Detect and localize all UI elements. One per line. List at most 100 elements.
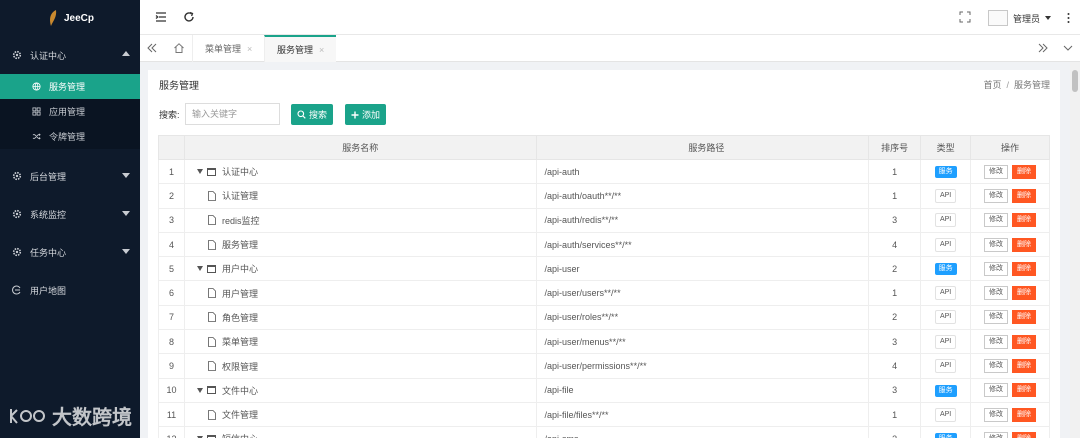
scrollbar-thumb[interactable] [1072,70,1078,92]
search-input[interactable] [185,103,280,125]
plus-icon [351,111,359,118]
delete-button[interactable]: 删除 [1012,383,1037,398]
more-vertical-icon[interactable] [1067,13,1070,23]
refresh-icon[interactable] [183,11,195,23]
file-icon [208,288,216,299]
double-chevron-left-icon[interactable] [146,42,158,54]
edit-button[interactable]: 修改 [984,334,1009,349]
user-menu[interactable]: 管理员 [988,10,1052,26]
service-name: 用户中心 [221,264,258,275]
chevron-down-icon[interactable] [196,387,203,393]
table-row[interactable]: 3 redis监控/api-auth/redis**/** 3 API 修改 删除 [158,207,1050,233]
table-row[interactable]: 12 短信中心/api-sms3 服务 修改删除 [158,426,1050,438]
delete-button[interactable]: 删除 [1012,359,1037,374]
avatar [988,10,1008,26]
tab-label: 菜单管理 [205,44,242,54]
service-name: 文件管理 [221,410,258,421]
row-index: 7 [158,304,185,331]
service-path: /api-user/users**/** [535,280,870,306]
folder-icon [206,167,216,176]
delete-button[interactable]: 删除 [1012,286,1037,301]
edit-button[interactable]: 修改 [984,261,1009,276]
type-badge: API [934,407,957,422]
tab-bar: 菜单管理 × 服务管理 × [140,35,1080,62]
tab-label: 服务管理 [277,45,314,55]
row-index: 3 [158,207,185,233]
sidebar-item-user-map[interactable]: 用户地图 [0,271,140,309]
add-button[interactable]: 添加 [345,104,386,125]
table-row[interactable]: 8 菜单管理/api-user/menus**/** 3 API 修改 删除 [158,329,1050,355]
column-header-name[interactable]: 服务名称 [183,135,537,160]
edit-button[interactable]: 修改 [984,359,1009,374]
edit-button[interactable]: 修改 [984,213,1009,228]
edit-button[interactable]: 修改 [984,383,1009,398]
double-chevron-right-icon[interactable] [1037,42,1049,54]
edit-button[interactable]: 修改 [984,407,1009,422]
actions-cell: 修改删除 [970,401,1050,428]
delete-button[interactable]: 删除 [1012,188,1037,203]
actions-cell: 修改删除 [970,207,1050,233]
column-header-path[interactable]: 服务路径 [535,135,870,160]
search-button[interactable]: 搜索 [291,104,333,125]
column-header-type[interactable]: 类型 [920,135,972,160]
table-row[interactable]: 9 权限管理/api-user/permissions**/** 4 API 修改 删除 [158,353,1050,379]
table-row[interactable]: 11 文件管理/api-file/files**/** 1 API 修改 删除 [158,401,1050,428]
sidebar-item-system-monitor[interactable]: 系统监控 [0,195,140,233]
table-row[interactable]: 10 文件中心/api-file 3 服务 修改 删除 [158,377,1050,403]
type-badge: API [934,237,957,252]
actions-cell: 修改删除 [970,280,1050,306]
edit-button[interactable]: 修改 [984,310,1009,325]
service-path: /api-auth [535,158,870,185]
table-row[interactable]: 1 认证中心/api-auth 1 服务 修改 删除 [158,158,1050,185]
actions-cell: 修改删除 [970,183,1050,209]
table-row[interactable]: 5 用户中心/api-user 2 服务 修改 删除 [158,256,1050,282]
breadcrumb-home[interactable]: 首页 [983,80,1001,90]
table-row[interactable]: 4 服务管理/api-auth/services**/** 4 API 修改 删除 [158,231,1050,258]
chevron-down-icon[interactable] [196,169,203,175]
sidebar-item-app-manage[interactable]: 应用管理 [0,99,140,124]
home-icon[interactable] [173,42,185,54]
delete-button[interactable]: 删除 [1012,334,1037,349]
fullscreen-icon[interactable] [959,11,971,23]
order-number: 3 [868,207,922,233]
delete-button[interactable]: 删除 [1012,164,1037,179]
map-icon [12,285,21,295]
edit-button[interactable]: 修改 [984,431,1009,438]
close-icon[interactable]: × [247,44,252,54]
delete-button[interactable]: 删除 [1012,237,1037,252]
delete-button[interactable]: 删除 [1012,310,1037,325]
type-badge: API [934,286,957,301]
close-icon[interactable]: × [319,45,324,55]
sidebar-item-backend-manage[interactable]: 后台管理 [0,157,140,195]
edit-button[interactable]: 修改 [984,164,1009,179]
sidebar-item-label: 后台管理 [30,171,67,182]
app-logo[interactable]: JeeCp [0,0,140,36]
table-row[interactable]: 2 认证管理/api-auth/oauth**/** 1 API 修改 删除 [158,183,1050,209]
edit-button[interactable]: 修改 [984,237,1009,252]
delete-button[interactable]: 删除 [1012,407,1037,422]
tab-service-manage[interactable]: 服务管理 × [264,35,337,62]
chevron-down-icon[interactable] [1062,42,1074,54]
sidebar-item-service-manage[interactable]: 服务管理 [0,74,140,99]
delete-button[interactable]: 删除 [1012,431,1037,438]
sidebar-item-token-manage[interactable]: 令牌管理 [0,124,140,149]
menu-toggle-icon[interactable] [155,11,167,23]
column-header-order[interactable]: 排序号 [868,135,922,160]
delete-button[interactable]: 删除 [1012,213,1037,228]
type-badge: 服务 [934,263,957,276]
sidebar-item-auth-center[interactable]: 认证中心 [0,36,140,74]
delete-button[interactable]: 删除 [1012,261,1037,276]
chevron-down-icon[interactable] [196,266,203,272]
shuffle-icon [32,133,41,140]
search-label: 搜索: [159,110,180,120]
table-row[interactable]: 7 角色管理/api-user/roles**/** 2 API 修改 删除 [158,304,1050,331]
scrollbar-track[interactable] [1070,62,1080,438]
tab-menu-manage[interactable]: 菜单管理 × [192,35,264,62]
watermark-logo-icon [10,408,45,424]
edit-button[interactable]: 修改 [984,188,1009,203]
edit-button[interactable]: 修改 [984,286,1009,301]
table-row[interactable]: 6 用户管理/api-user/users**/** 1 API 修改 删除 [158,280,1050,306]
gear-icon [12,209,22,219]
search-icon [297,110,306,119]
sidebar-item-task-center[interactable]: 任务中心 [0,233,140,271]
